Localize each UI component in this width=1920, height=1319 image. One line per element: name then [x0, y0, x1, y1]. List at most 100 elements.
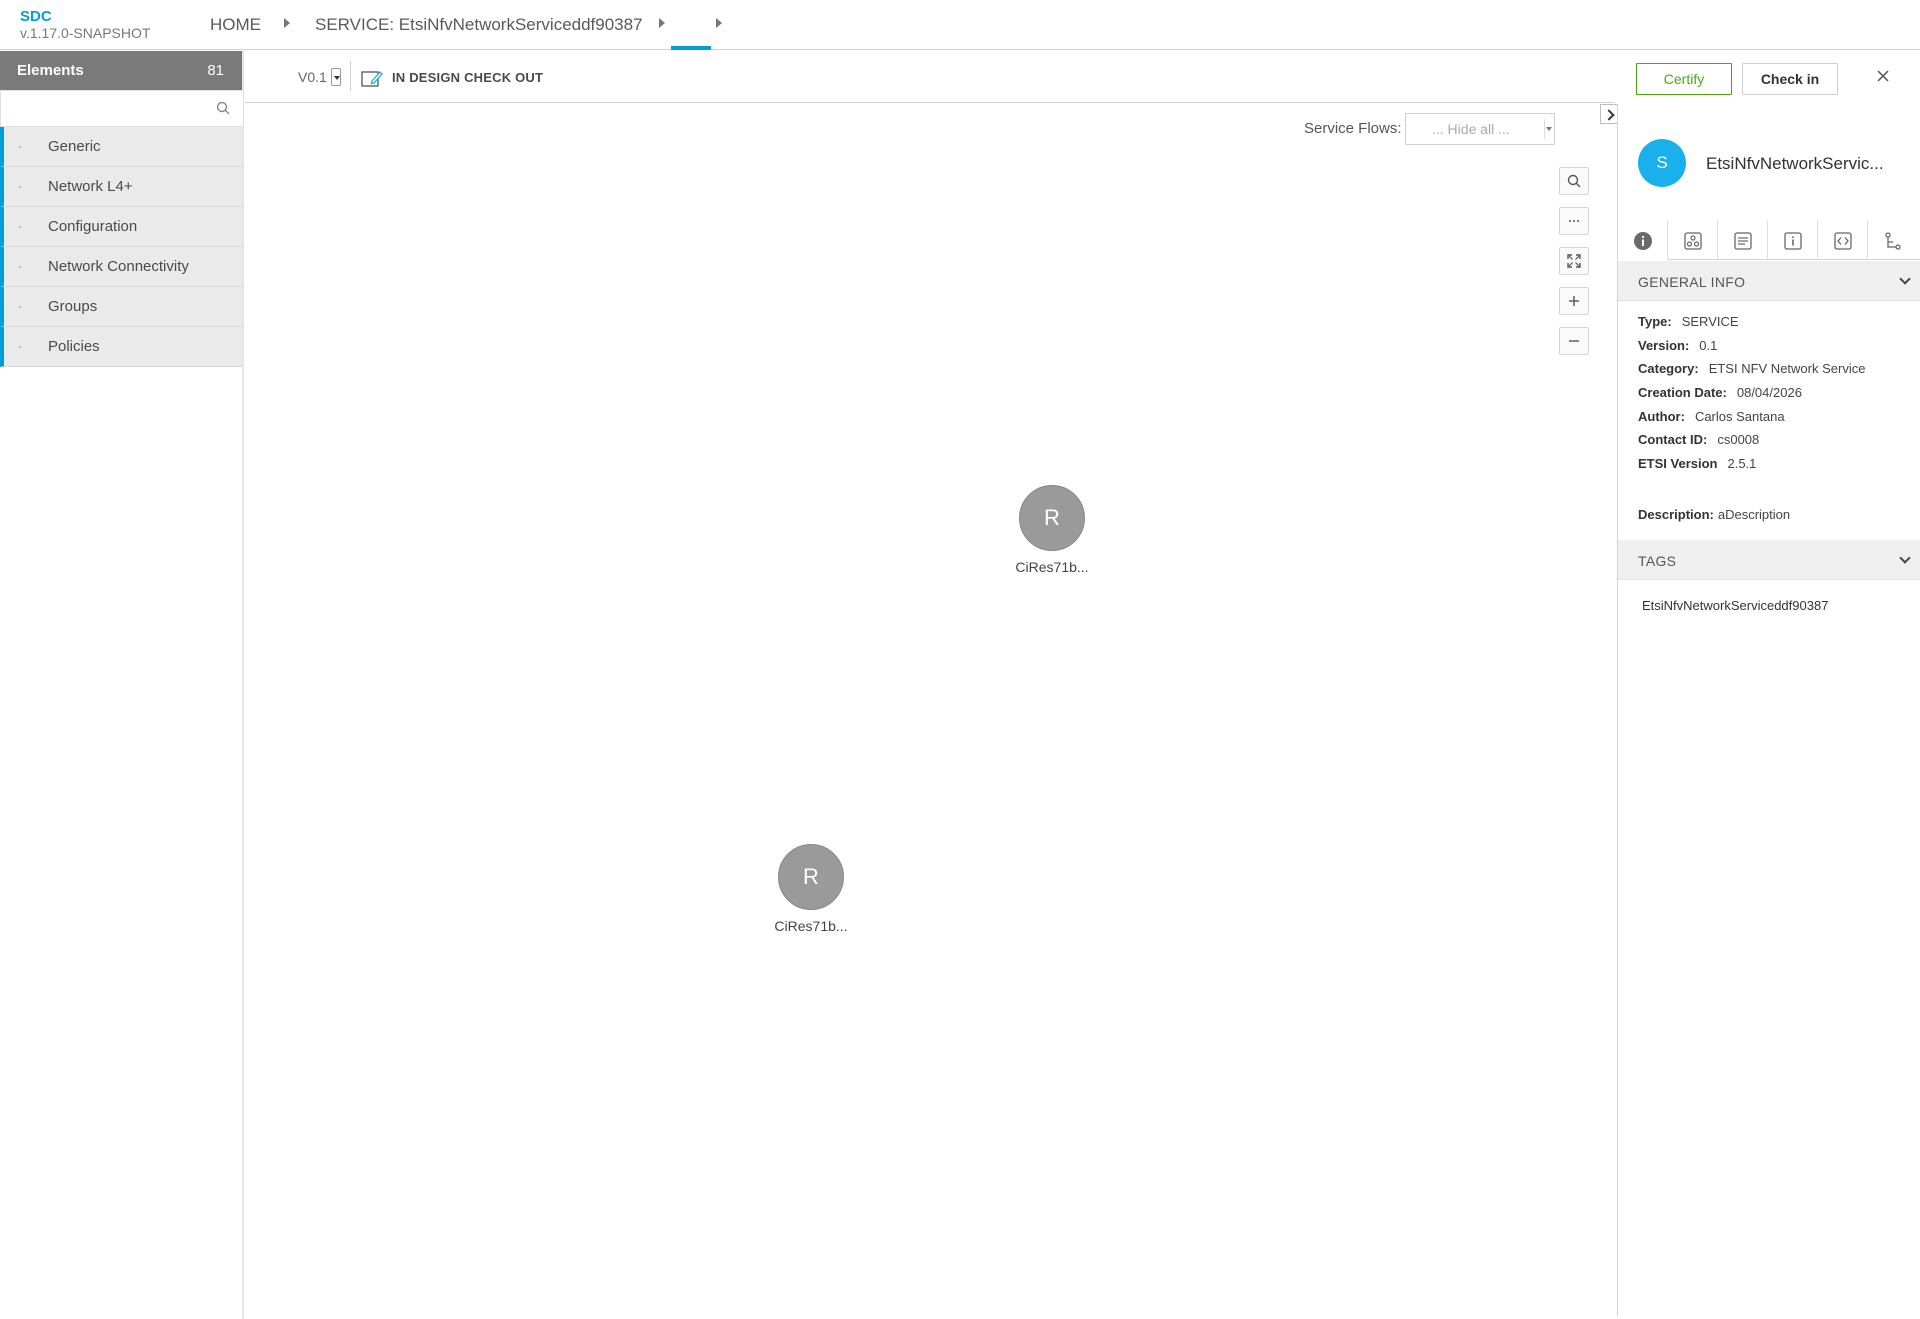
canvas-node[interactable]: R CiRes71b...: [1012, 485, 1092, 575]
info-creation-date: Creation Date: 08/04/2026: [1638, 385, 1802, 400]
info-version: Version: 0.1: [1638, 338, 1717, 353]
node-label: CiRes71b...: [774, 918, 848, 934]
elements-palette: Elements 81 - Generic - Network L4+ - Co…: [0, 51, 244, 1319]
certify-button[interactable]: Certify: [1636, 63, 1732, 95]
section-title: TAGS: [1638, 553, 1677, 569]
chevron-down-icon: [1544, 119, 1552, 139]
info-key: Category:: [1638, 361, 1699, 376]
tags-header[interactable]: TAGS: [1618, 540, 1920, 580]
node-circle[interactable]: R: [1019, 485, 1085, 551]
palette-group-label: Network L4+: [48, 178, 133, 195]
lifecycle-status: IN DESIGN CHECK OUT: [392, 70, 544, 85]
info-key: Author:: [1638, 409, 1685, 424]
breadcrumb-arrow-icon[interactable]: [659, 18, 665, 28]
info-value: SERVICE: [1681, 314, 1739, 329]
close-icon[interactable]: [1876, 69, 1890, 83]
tab-properties[interactable]: [1718, 220, 1768, 260]
checkout-edit-icon: [361, 71, 383, 87]
palette-group-label: Network Connectivity: [48, 258, 189, 275]
check-in-button[interactable]: Check in: [1742, 63, 1838, 95]
search-icon[interactable]: [216, 101, 230, 115]
collapse-dash-icon: -: [18, 139, 22, 153]
node-label: CiRes71b...: [1015, 559, 1089, 575]
code-icon: [1833, 232, 1852, 250]
info-value: 2.5.1: [1727, 456, 1757, 471]
palette-group-label: Generic: [48, 138, 101, 155]
zoom-in-button[interactable]: [1559, 287, 1589, 315]
minus-icon: [1569, 340, 1579, 342]
palette-group-configuration[interactable]: - Configuration: [0, 207, 242, 247]
hierarchy-icon: [1885, 232, 1901, 250]
palette-group-groups[interactable]: - Groups: [0, 287, 242, 327]
breadcrumb-arrow-icon[interactable]: [716, 18, 722, 28]
palette-group-generic[interactable]: - Generic: [0, 127, 242, 167]
breadcrumb-arrow-icon: [284, 18, 290, 28]
info-type: Type: SERVICE: [1638, 314, 1739, 329]
plus-icon: [1569, 296, 1579, 306]
info-value: cs0008: [1717, 432, 1760, 447]
properties-icon: [1733, 232, 1752, 250]
workspace-toolbar: V0.1 IN DESIGN CHECK OUT Certify Check i…: [245, 51, 1838, 103]
app-version: v.1.17.0-SNAPSHOT: [20, 25, 151, 41]
info-icon: [1783, 232, 1802, 250]
canvas-node[interactable]: R CiRes71b...: [771, 844, 851, 934]
panel-tabs: [1618, 220, 1920, 260]
node-circle[interactable]: R: [778, 844, 844, 910]
canvas-more-button[interactable]: [1559, 207, 1589, 235]
info-value: Carlos Santana: [1694, 409, 1785, 424]
more-dots-icon: [1569, 220, 1579, 222]
avatar: S: [1638, 139, 1686, 187]
service-flows-select[interactable]: ... Hide all ...: [1405, 113, 1555, 145]
info-filled-icon: [1633, 232, 1652, 250]
version-selector[interactable]: V0.1: [298, 69, 327, 85]
palette-header: Elements 81: [0, 51, 242, 90]
app-name: SDC: [20, 8, 52, 25]
tab-general-info[interactable]: [1618, 220, 1668, 260]
general-info-header[interactable]: GENERAL INFO: [1618, 261, 1920, 301]
info-author: Author: Carlos Santana: [1638, 409, 1785, 424]
collapse-dash-icon: -: [18, 259, 22, 273]
palette-group-label: Policies: [48, 338, 100, 355]
palette-group-label: Groups: [48, 298, 98, 315]
app-logo[interactable]: SDC v.1.17.0-SNAPSHOT: [20, 8, 151, 42]
palette-group-network-l4[interactable]: - Network L4+: [0, 167, 242, 207]
info-key: Contact ID:: [1638, 432, 1708, 447]
canvas-search-button[interactable]: [1559, 167, 1589, 195]
zoom-out-button[interactable]: [1559, 327, 1589, 355]
info-key: ETSI Version: [1638, 456, 1718, 471]
info-key: Version:: [1638, 338, 1690, 353]
palette-group-policies[interactable]: - Policies: [0, 327, 242, 367]
tab-deployment-artifacts[interactable]: [1668, 220, 1718, 260]
info-description: Description: aDescription: [1638, 507, 1790, 522]
expand-icon: [1567, 254, 1581, 268]
chevron-down-icon: [1899, 273, 1911, 285]
palette-group-label: Configuration: [48, 218, 138, 235]
palette-count: 81: [207, 62, 224, 79]
collapse-dash-icon: -: [18, 219, 22, 233]
tab-composition[interactable]: [1868, 220, 1918, 260]
info-value: ETSI NFV Network Service: [1708, 361, 1866, 376]
collapse-panel-button[interactable]: [1600, 104, 1618, 124]
info-key: Description:: [1638, 507, 1714, 522]
version-dropdown-icon[interactable]: [331, 68, 341, 86]
info-key: Creation Date:: [1638, 385, 1727, 400]
active-breadcrumb-indicator: [671, 46, 711, 50]
tag-item: EtsiNfvNetworkServiceddf90387: [1642, 598, 1829, 613]
info-key: Type:: [1638, 314, 1672, 329]
breadcrumb-service[interactable]: SERVICE: EtsiNfvNetworkServiceddf90387: [315, 15, 643, 35]
info-category: Category: ETSI NFV Network Service: [1638, 361, 1865, 376]
palette-group-network-connectivity[interactable]: - Network Connectivity: [0, 247, 242, 287]
collapse-dash-icon: -: [18, 179, 22, 193]
canvas-fit-button[interactable]: [1559, 247, 1589, 275]
info-value: 08/04/2026: [1736, 385, 1802, 400]
tab-api[interactable]: [1818, 220, 1868, 260]
breadcrumb-home[interactable]: HOME: [210, 15, 261, 35]
toolbar-divider: [350, 61, 351, 91]
details-panel: S EtsiNfvNetworkServic... GENERAL INFO T…: [1617, 104, 1920, 1316]
artifacts-icon: [1683, 232, 1702, 250]
composition-canvas[interactable]: [246, 104, 1615, 1316]
tab-information-artifacts[interactable]: [1768, 220, 1818, 260]
info-contact-id: Contact ID: cs0008: [1638, 432, 1759, 447]
panel-title: EtsiNfvNetworkServic...: [1706, 154, 1884, 173]
palette-search-input[interactable]: [0, 90, 244, 127]
